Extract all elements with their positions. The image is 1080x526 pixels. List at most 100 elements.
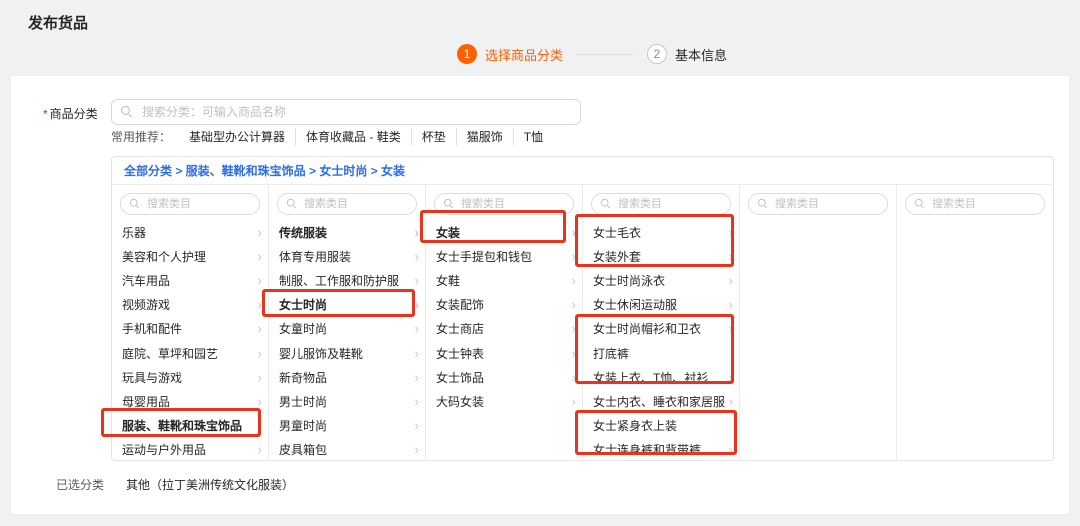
recommend-item[interactable]: 体育收藏品 - 鞋类 xyxy=(295,128,411,145)
category-item-selected[interactable]: 女装› xyxy=(426,220,582,244)
category-column-3: 女装› 女士手提包和钱包› 女鞋 › 女装配饰› 女士商店 › 女士钟表› 女士饰品… xyxy=(426,185,583,461)
category-search-input[interactable] xyxy=(111,99,581,125)
column-search-input[interactable] xyxy=(591,193,731,215)
category-item-label: 女士时尚帽衫和卫衣 xyxy=(593,320,701,337)
column-search-input[interactable] xyxy=(277,193,417,215)
chevron-right-icon: › xyxy=(258,250,262,263)
category-item[interactable]: 女士连身裤和背带裤› xyxy=(583,438,739,461)
category-item[interactable]: 手机和配件› xyxy=(112,317,268,341)
step-1: 1 选择商品分类 xyxy=(457,44,563,64)
category-item[interactable]: 新奇物品› xyxy=(269,365,425,389)
page-title: 发布货品 xyxy=(28,12,88,33)
category-item[interactable]: 女士内衣、睡衣和家居服› xyxy=(583,389,739,413)
chevron-right-icon: › xyxy=(572,274,576,287)
chevron-right-icon: › xyxy=(572,322,576,335)
category-item-label: 美容和个人护理 xyxy=(122,248,206,265)
category-item-label: 女鞋 xyxy=(436,272,460,289)
category-item-label: 服装、鞋靴和珠宝饰品 xyxy=(122,417,242,434)
category-item-label: 制服、工作服和防护服 xyxy=(279,272,399,289)
category-item-label: 玩具与游戏 xyxy=(122,369,182,386)
category-item[interactable]: 乐器› xyxy=(112,220,268,244)
category-column-2: 传统服装› 体育专用服装› 制服、工作服和防护服› 女士时尚› 女童时尚› 婴儿… xyxy=(269,185,426,461)
category-item[interactable]: 女装配饰› xyxy=(426,293,582,317)
chevron-right-icon: › xyxy=(572,298,576,311)
recommend-row: 常用推荐： 基础型办公计算器 体育收藏品 - 鞋类 杯垫 猫服饰 T恤 xyxy=(111,128,553,145)
category-item[interactable]: 大码女装› xyxy=(426,389,582,413)
chevron-right-icon: › xyxy=(572,347,576,360)
column-search-box xyxy=(434,193,574,215)
recommend-label: 常用推荐： xyxy=(111,128,171,145)
category-item-label: 男童时尚 xyxy=(279,417,327,434)
category-item[interactable]: 女士手提包和钱包› xyxy=(426,244,582,268)
chevron-right-icon: › xyxy=(572,371,576,384)
category-item[interactable]: 视频游戏› xyxy=(112,293,268,317)
category-item-selected[interactable]: 女士时尚 › xyxy=(269,293,425,317)
category-item-label: 女士商店 xyxy=(436,320,484,337)
chevron-right-icon: › xyxy=(415,322,419,335)
category-item[interactable]: 女士饰品 › xyxy=(426,365,582,389)
category-item-label: 汽车用品 xyxy=(122,272,170,289)
chevron-right-icon: › xyxy=(258,298,262,311)
category-item[interactable]: 打底裤 xyxy=(583,341,739,365)
category-item[interactable]: 传统服装› xyxy=(269,220,425,244)
category-item[interactable]: 女士毛衣› xyxy=(583,220,739,244)
category-item[interactable]: 婴儿服饰及鞋靴› xyxy=(269,341,425,365)
category-item[interactable]: 运动与户外用品› xyxy=(112,438,268,461)
category-item[interactable]: 女士时尚帽衫和卫衣› xyxy=(583,317,739,341)
step-connector-line xyxy=(577,54,633,55)
category-item-selected[interactable]: 服装、鞋靴和珠宝饰品› xyxy=(112,414,268,438)
chevron-right-icon: › xyxy=(415,274,419,287)
category-item-label: 运动与户外用品 xyxy=(122,441,206,458)
category-item-label: 打底裤 xyxy=(593,345,629,362)
category-item[interactable]: 汽车用品 › xyxy=(112,268,268,292)
category-item[interactable]: 玩具与游戏› xyxy=(112,365,268,389)
category-item[interactable]: 男士时尚› xyxy=(269,389,425,413)
category-item[interactable]: 男童时尚 › xyxy=(269,414,425,438)
step-2: 2 基本信息 xyxy=(647,44,727,64)
category-column-4: 女士毛衣› 女装外套› 女士时尚泳衣› 女士休闲运动服› 女士时尚帽衫和卫衣› … xyxy=(583,185,740,461)
search-icon xyxy=(601,199,611,209)
category-item-label: 女士时尚 xyxy=(279,296,327,313)
category-column-1: 乐器› 美容和个人护理 › 汽车用品 › 视频游戏› 手机和配件› 庭院、草坪和园艺… xyxy=(112,185,269,461)
chevron-right-icon: › xyxy=(729,395,733,408)
chevron-right-icon: › xyxy=(258,395,262,408)
category-item-label: 大码女装 xyxy=(436,393,484,410)
chevron-right-icon: › xyxy=(258,274,262,287)
column-search-input[interactable] xyxy=(748,193,888,215)
column-search-input[interactable] xyxy=(905,193,1045,215)
selected-category-value: 其他（拉丁美洲传统文化服装） xyxy=(126,476,294,493)
category-item[interactable]: 女童时尚› xyxy=(269,317,425,341)
chevron-right-icon: › xyxy=(415,298,419,311)
recommend-item[interactable]: 基础型办公计算器 xyxy=(179,128,295,145)
category-item[interactable]: 女鞋 › xyxy=(426,268,582,292)
category-item[interactable]: 女士钟表› xyxy=(426,341,582,365)
category-item[interactable]: 庭院、草坪和园艺› xyxy=(112,341,268,365)
category-item[interactable]: 母婴用品› xyxy=(112,389,268,413)
column-search-input[interactable] xyxy=(434,193,574,215)
recommend-item[interactable]: 猫服饰 xyxy=(456,128,513,145)
category-item[interactable]: 制服、工作服和防护服 › xyxy=(269,268,425,292)
category-item-label: 女装上衣、T恤、衬衫 xyxy=(593,369,708,386)
column-search-input[interactable] xyxy=(120,193,260,215)
category-item[interactable]: 女装上衣、T恤、衬衫› xyxy=(583,365,739,389)
category-item[interactable]: 皮具箱包› xyxy=(269,438,425,461)
chevron-right-icon: › xyxy=(729,443,733,456)
category-item[interactable]: 体育专用服装› xyxy=(269,244,425,268)
category-item[interactable]: 女士紧身衣上装 xyxy=(583,414,739,438)
search-icon xyxy=(121,106,133,118)
column-search-box xyxy=(905,193,1045,215)
category-item[interactable]: 女装外套› xyxy=(583,244,739,268)
recommend-item[interactable]: 杯垫 xyxy=(411,128,456,145)
category-item[interactable]: 女士商店 › xyxy=(426,317,582,341)
category-item-label: 女士饰品 xyxy=(436,369,484,386)
chevron-right-icon: › xyxy=(415,419,419,432)
recommend-item[interactable]: T恤 xyxy=(513,128,553,145)
breadcrumb[interactable]: 全部分类 > 服装、鞋靴和珠宝饰品 > 女士时尚 > 女装 xyxy=(112,157,1053,185)
category-item[interactable]: 美容和个人护理 › xyxy=(112,244,268,268)
form-card: *商品分类 常用推荐： 基础型办公计算器 体育收藏品 - 鞋类 杯垫 猫服饰 T… xyxy=(10,75,1070,515)
search-icon xyxy=(915,199,925,209)
category-item[interactable]: 女士时尚泳衣› xyxy=(583,268,739,292)
category-item-label: 女士毛衣 xyxy=(593,224,641,241)
category-item-label: 体育专用服装 xyxy=(279,248,351,265)
category-item[interactable]: 女士休闲运动服› xyxy=(583,293,739,317)
